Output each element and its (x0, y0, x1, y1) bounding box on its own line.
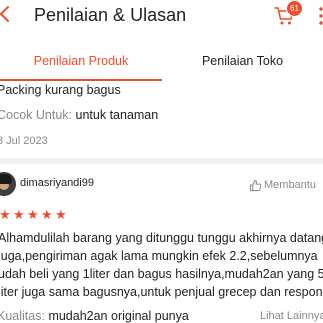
review-body-line: udah beli yang 1liter dan bagus hasilnya… (0, 267, 323, 281)
active-tab-indicator (0, 79, 162, 81)
username[interactable]: dimasriyandi99 (20, 177, 94, 189)
review-body-line: Alhamdulilah barang yang ditunggu tunggu… (0, 231, 323, 245)
usage-label: Cocok Untuk: (0, 108, 73, 122)
tab-product-reviews[interactable]: Penilaian Produk (0, 44, 162, 82)
star-icon: ★ (0, 207, 11, 222)
review-date: 8 Jul 2023 (0, 135, 48, 147)
quality-label: Kualitas: (0, 309, 45, 323)
thumbs-up-icon[interactable] (249, 179, 262, 192)
avatar[interactable] (0, 172, 16, 196)
review-body-line: juga,pengiriman agak lama mungkin efek 2… (0, 249, 318, 263)
cart-count-badge: 61 (286, 0, 303, 17)
helpful-button[interactable]: Membantu (264, 179, 316, 191)
star-icon: ★ (27, 207, 39, 222)
usage-value: untuk tanaman (75, 108, 159, 122)
see-more-link[interactable]: Lihat Lainnya (260, 310, 323, 322)
review-tabs: Penilaian Produk Penilaian Toko (0, 44, 323, 82)
review-body-line: liter juga sama bagusnya,untuk penjual g… (0, 285, 323, 299)
page-title: Penilaian & Ulasan (34, 5, 187, 25)
star-icon: ★ (41, 207, 53, 222)
back-arrow-icon[interactable] (0, 3, 16, 25)
quality-row: Kualitas: mudah2an original punya (0, 309, 189, 323)
tab-shop-reviews[interactable]: Penilaian Toko (162, 44, 323, 82)
quality-value: mudah2an original punya (48, 309, 189, 323)
more-menu-icon[interactable] (315, 6, 323, 26)
review-comment-tail: Packing kurang bagus (0, 83, 121, 97)
review-divider (0, 158, 323, 164)
star-icon: ★ (13, 207, 25, 222)
usage-row: Cocok Untuk: untuk tanaman (0, 108, 158, 122)
app-header: Penilaian & Ulasan 61 (0, 0, 323, 36)
star-icon: ★ (55, 207, 67, 222)
